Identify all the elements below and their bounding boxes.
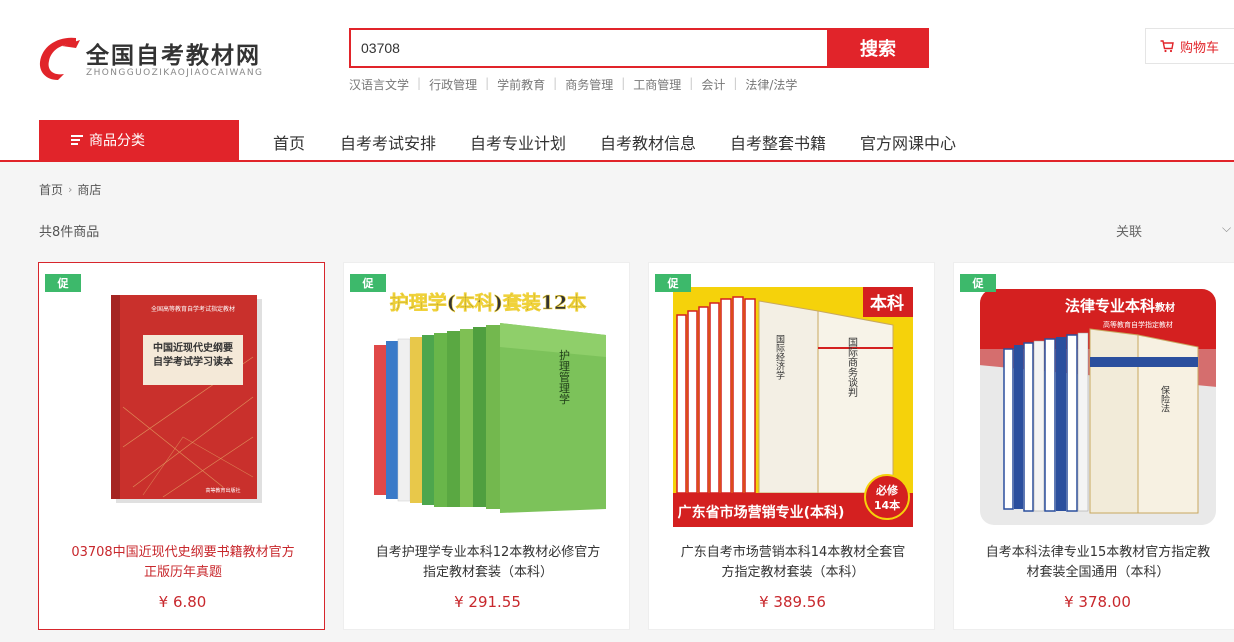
cover-publisher: 高等教育出版社 bbox=[205, 487, 240, 494]
nav-item-textbook-info[interactable]: 自考教材信息 bbox=[600, 130, 696, 154]
breadcrumb: 首页 › 商店 bbox=[39, 181, 101, 198]
hot-word-link[interactable]: 法律/法学 bbox=[745, 76, 797, 93]
promo-badge: 促 bbox=[960, 274, 996, 292]
product-title[interactable]: 自考护理学专业本科12本教材必修官方指定教材套装（本科） bbox=[370, 543, 606, 583]
promo-badge: 促 bbox=[655, 274, 691, 292]
product-price: ¥ 6.80 bbox=[158, 593, 207, 611]
hot-word-link[interactable]: 商务管理 bbox=[565, 76, 613, 93]
cover-tag: 本科 bbox=[870, 293, 904, 314]
logo-mark-icon bbox=[39, 37, 80, 80]
product-card[interactable]: 促 本科 国际经济学 国际商务谈判 广东省市场营销专业(本科) 必修 14本 广… bbox=[648, 262, 935, 630]
divider: | bbox=[689, 76, 694, 90]
nav-item-book-sets[interactable]: 自考整套书籍 bbox=[730, 130, 826, 154]
hot-search-words: 汉语言文学 | 行政管理 | 学前教育 | 商务管理 | 工商管理 | 会计 |… bbox=[349, 76, 797, 93]
cover-footer: 广东省市场营销专业(本科) bbox=[678, 504, 845, 521]
cover-spine-title: 国际经济学 bbox=[774, 334, 785, 379]
logo-title: 全国自考教材网 bbox=[86, 42, 261, 69]
cover-headline: 法律专业本科 bbox=[1065, 297, 1155, 315]
promo-badge: 促 bbox=[350, 274, 386, 292]
cover-subtitle: 自学考试学习读本 bbox=[153, 355, 234, 368]
category-menu-button[interactable]: 商品分类 bbox=[39, 120, 239, 160]
product-card[interactable]: 促 全国高等教育自学考试指定教材 中国近现代史纲要 自学考试学习读本 高等教育出… bbox=[38, 262, 325, 630]
cover-front-title: 保险法 bbox=[1159, 384, 1170, 413]
logo-subtitle: ZHONGGUOZIKAOJIAOCAIWANG bbox=[86, 68, 264, 78]
main-nav: 商品分类 首页 自考考试安排 自考专业计划 自考教材信息 自考整套书籍 官方网课… bbox=[0, 120, 1234, 162]
cart-button[interactable]: 购物车 bbox=[1145, 28, 1234, 64]
site-logo[interactable]: 全国自考教材网 ZHONGGUOZIKAOJIAOCAIWANG bbox=[36, 30, 286, 84]
chevron-down-icon[interactable]: ⌵ bbox=[1222, 221, 1231, 236]
nav-item-home[interactable]: 首页 bbox=[273, 130, 305, 154]
cover-banner: 护理学(本科)套装12本 bbox=[390, 291, 586, 314]
result-count: 共8件商品 bbox=[39, 225, 100, 240]
search-button[interactable]: 搜索 bbox=[827, 28, 929, 68]
cover-headline-small: 教材 bbox=[1154, 301, 1175, 314]
product-card[interactable]: 促 护理学(本科)套装12本 护理管理学 自考护理学专业本科12本教材必修官方指… bbox=[343, 262, 630, 630]
hot-word-link[interactable]: 学前教育 bbox=[497, 76, 545, 93]
cart-label: 购物车 bbox=[1180, 40, 1220, 56]
cover-series: 全国高等教育自学考试指定教材 bbox=[151, 305, 235, 313]
cover-badge-line1: 必修 bbox=[875, 483, 899, 497]
cover-title: 中国近现代史纲要 bbox=[153, 341, 233, 354]
divider: | bbox=[553, 76, 558, 90]
product-title[interactable]: 广东自考市场营销本科14本教材全套官方指定教材套装（本科） bbox=[675, 543, 911, 583]
promo-badge: 促 bbox=[45, 274, 81, 292]
breadcrumb-home[interactable]: 首页 bbox=[39, 181, 63, 198]
product-price: ¥ 389.56 bbox=[759, 593, 826, 611]
menu-icon bbox=[71, 135, 83, 145]
product-title[interactable]: 03708中国近现代史纲要书籍教材官方正版历年真题 bbox=[65, 543, 301, 583]
nav-underline bbox=[0, 160, 1234, 162]
product-price: ¥ 378.00 bbox=[1064, 593, 1131, 611]
product-image[interactable]: 法律专业本科教材 高等教育自学指定教材 保险法 bbox=[978, 287, 1218, 527]
product-card[interactable]: 促 法律专业本科教材 高等教育自学指定教材 保险法 自考本科法律专业15本教材官… bbox=[953, 262, 1234, 630]
divider: | bbox=[485, 76, 490, 90]
divider: | bbox=[417, 76, 422, 90]
product-image[interactable]: 护理学(本科)套装12本 护理管理学 bbox=[368, 287, 608, 527]
cover-subline: 高等教育自学指定教材 bbox=[1103, 320, 1173, 329]
nav-item-major-plan[interactable]: 自考专业计划 bbox=[470, 130, 566, 154]
product-image[interactable]: 本科 国际经济学 国际商务谈判 广东省市场营销专业(本科) 必修 14本 bbox=[673, 287, 913, 527]
sort-select[interactable]: 关联 bbox=[1116, 221, 1142, 240]
category-menu-label: 商品分类 bbox=[89, 133, 145, 149]
nav-item-online-courses[interactable]: 官方网课中心 bbox=[860, 130, 956, 154]
cover-front-title: 护理管理学 bbox=[558, 348, 571, 404]
hot-word-link[interactable]: 会计 bbox=[701, 76, 725, 93]
product-image[interactable]: 全国高等教育自学考试指定教材 中国近现代史纲要 自学考试学习读本 高等教育出版社 bbox=[63, 287, 303, 527]
product-price: ¥ 291.55 bbox=[454, 593, 521, 611]
search-input[interactable] bbox=[349, 28, 829, 68]
cover-badge-line2: 14本 bbox=[874, 498, 900, 512]
cart-icon bbox=[1160, 39, 1174, 52]
hot-word-link[interactable]: 工商管理 bbox=[633, 76, 681, 93]
chevron-right-icon: › bbox=[68, 183, 73, 196]
product-title[interactable]: 自考本科法律专业15本教材官方指定教材套装全国通用（本科） bbox=[980, 543, 1216, 583]
site-header: 全国自考教材网 ZHONGGUOZIKAOJIAOCAIWANG 搜索 汉语言文… bbox=[0, 0, 1234, 162]
divider: | bbox=[621, 76, 626, 90]
hot-word-link[interactable]: 汉语言文学 bbox=[349, 76, 409, 93]
nav-item-exam-schedule[interactable]: 自考考试安排 bbox=[340, 130, 436, 154]
divider: | bbox=[733, 76, 738, 90]
hot-word-link[interactable]: 行政管理 bbox=[429, 76, 477, 93]
cover-front-title: 国际商务谈判 bbox=[846, 337, 858, 398]
breadcrumb-current: 商店 bbox=[77, 183, 102, 197]
